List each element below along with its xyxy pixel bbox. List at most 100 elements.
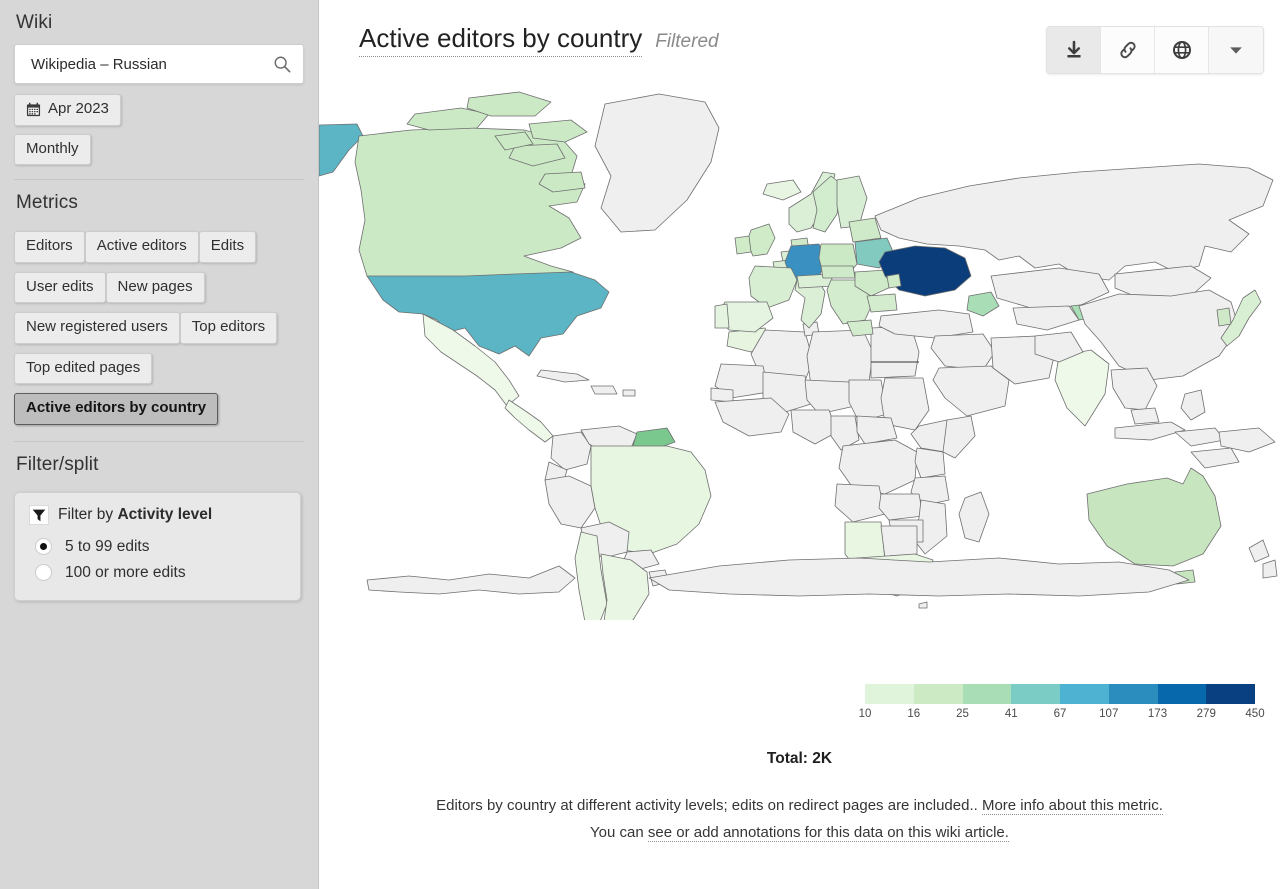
- radio-label: 5 to 99 edits: [65, 537, 150, 555]
- legend-tick: 16: [907, 708, 921, 720]
- map-legend: 10 16 25 41 67 107 173 279 450: [859, 684, 1265, 724]
- metric-button-top-edited-pages[interactable]: Top edited pages: [14, 352, 153, 384]
- date-picker-button[interactable]: Apr 2023: [14, 94, 121, 126]
- legend-tick: 450: [1245, 708, 1265, 720]
- metric-button-edits[interactable]: Edits: [198, 231, 257, 263]
- country-canada-arctic-3[interactable]: [528, 119, 588, 143]
- country-hispaniola[interactable]: [590, 385, 618, 395]
- country-cuba[interactable]: [536, 369, 590, 383]
- radio-label: 100 or more edits: [65, 563, 186, 581]
- country-united-states[interactable]: [366, 271, 610, 357]
- country-bulgaria[interactable]: [866, 293, 898, 313]
- country-nigeria[interactable]: [790, 409, 838, 445]
- country-zambia[interactable]: [878, 493, 924, 521]
- country-ukraine[interactable]: [878, 245, 972, 297]
- link-icon: [1119, 41, 1136, 59]
- country-indonesia-3[interactable]: [1190, 447, 1240, 469]
- metric-label: Top edited pages: [26, 358, 141, 376]
- country-central-asia[interactable]: [1012, 305, 1080, 331]
- country-canada-arctic-2[interactable]: [466, 91, 552, 117]
- filtered-badge: Filtered: [655, 31, 719, 52]
- country-baltics[interactable]: [848, 217, 882, 243]
- metric-button-top-editors[interactable]: Top editors: [179, 312, 278, 344]
- country-car[interactable]: [856, 415, 898, 445]
- country-czech-slovakia[interactable]: [820, 265, 856, 279]
- marker-small-island[interactable]: [918, 601, 928, 609]
- granularity-button[interactable]: Monthly: [14, 133, 91, 165]
- legend-band-7: [1206, 684, 1255, 704]
- country-senegal[interactable]: [710, 387, 734, 403]
- footnotes: Editors by country at different activity…: [376, 793, 1224, 846]
- country-antarctica-left[interactable]: [366, 565, 576, 595]
- country-saudi[interactable]: [932, 365, 1010, 417]
- more-options-button[interactable]: [1209, 27, 1263, 73]
- metric-label: Edits: [210, 237, 245, 254]
- radio-button[interactable]: [35, 564, 52, 581]
- metric-button-new-pages[interactable]: New pages: [105, 271, 205, 303]
- country-new-zealand-2[interactable]: [1262, 559, 1278, 579]
- download-button[interactable]: [1047, 27, 1101, 73]
- globe-icon: [1172, 41, 1191, 59]
- country-korea[interactable]: [1216, 307, 1232, 327]
- country-malaysia[interactable]: [1130, 407, 1160, 425]
- page-title[interactable]: Active editors by country: [359, 23, 643, 57]
- filter-option-5-to-99-edits[interactable]: 5 to 99 edits: [29, 534, 286, 560]
- wiki-heading: Wiki: [16, 12, 53, 33]
- wiki-search-box[interactable]: [14, 44, 304, 84]
- country-portugal[interactable]: [714, 303, 730, 329]
- country-peru[interactable]: [544, 475, 596, 529]
- metric-label: Active editors: [96, 237, 187, 254]
- country-madagascar[interactable]: [958, 491, 990, 543]
- more-info-link[interactable]: More info about this metric.: [981, 797, 1163, 815]
- country-niger[interactable]: [804, 379, 856, 415]
- country-philippines[interactable]: [1180, 389, 1206, 421]
- country-moldova[interactable]: [886, 273, 902, 289]
- search-input[interactable]: [31, 55, 273, 73]
- country-puerto-rico[interactable]: [622, 389, 636, 397]
- metrics-list: Editors Active editors Edits User edits New …: [14, 222, 304, 425]
- metric-button-active-editors-by-country[interactable]: Active editors by country: [14, 393, 219, 425]
- metric-button-user-edits[interactable]: User edits: [14, 271, 106, 303]
- date-row: Apr 2023: [14, 94, 304, 126]
- legend-band-0: [865, 684, 914, 704]
- country-caucasus[interactable]: [966, 291, 1000, 317]
- world-choropleth-map[interactable]: [319, 80, 1280, 620]
- country-central-america[interactable]: [504, 399, 554, 443]
- country-kenya[interactable]: [914, 447, 946, 479]
- country-ireland[interactable]: [734, 235, 752, 255]
- country-botswana[interactable]: [880, 525, 918, 559]
- metric-button-new-registered-users[interactable]: New registered users: [14, 312, 180, 344]
- country-angola[interactable]: [834, 483, 886, 523]
- footnote-metric-text: Editors by country at different activity…: [436, 797, 982, 814]
- granularity-row: Monthly: [14, 133, 304, 165]
- country-iceland[interactable]: [762, 179, 802, 201]
- radio-button[interactable]: [35, 538, 52, 555]
- country-antarctica-main[interactable]: [648, 557, 1190, 597]
- legend-tick: 25: [956, 708, 969, 720]
- legend-tick: 41: [1004, 708, 1018, 720]
- metric-label: Top editors: [191, 318, 266, 335]
- metric-button-editors[interactable]: Editors: [14, 231, 85, 263]
- country-guinea-coast[interactable]: [714, 397, 790, 437]
- title-block: Active editors by country Filtered: [359, 23, 1046, 57]
- legend-band-6: [1157, 684, 1207, 704]
- country-new-zealand-1[interactable]: [1248, 539, 1270, 563]
- legend-band-5: [1108, 684, 1158, 704]
- country-myanmar-sea[interactable]: [1110, 367, 1158, 411]
- filter-option-100-or-more-edits[interactable]: 100 or more edits: [29, 560, 286, 586]
- country-libya[interactable]: [806, 329, 874, 387]
- country-india[interactable]: [1054, 349, 1110, 427]
- chart-toolbar: [1046, 26, 1264, 74]
- footnote-metric: Editors by country at different activity…: [376, 793, 1224, 820]
- open-in-browser-button[interactable]: [1155, 27, 1209, 73]
- country-syria-iraq[interactable]: [930, 333, 996, 371]
- country-indonesia-1[interactable]: [1114, 421, 1186, 441]
- copy-link-button[interactable]: [1101, 27, 1155, 73]
- country-greenland[interactable]: [594, 93, 720, 233]
- metric-button-active-editors[interactable]: Active editors: [84, 231, 199, 263]
- country-somalia[interactable]: [942, 415, 976, 459]
- annotations-link[interactable]: see or add annotations for this data on …: [647, 823, 1009, 842]
- legend-tick-labels: 10 16 25 41 67 107 173 279 450: [859, 708, 1265, 724]
- metric-label: New registered users: [26, 318, 168, 335]
- country-australia[interactable]: [1086, 467, 1222, 567]
